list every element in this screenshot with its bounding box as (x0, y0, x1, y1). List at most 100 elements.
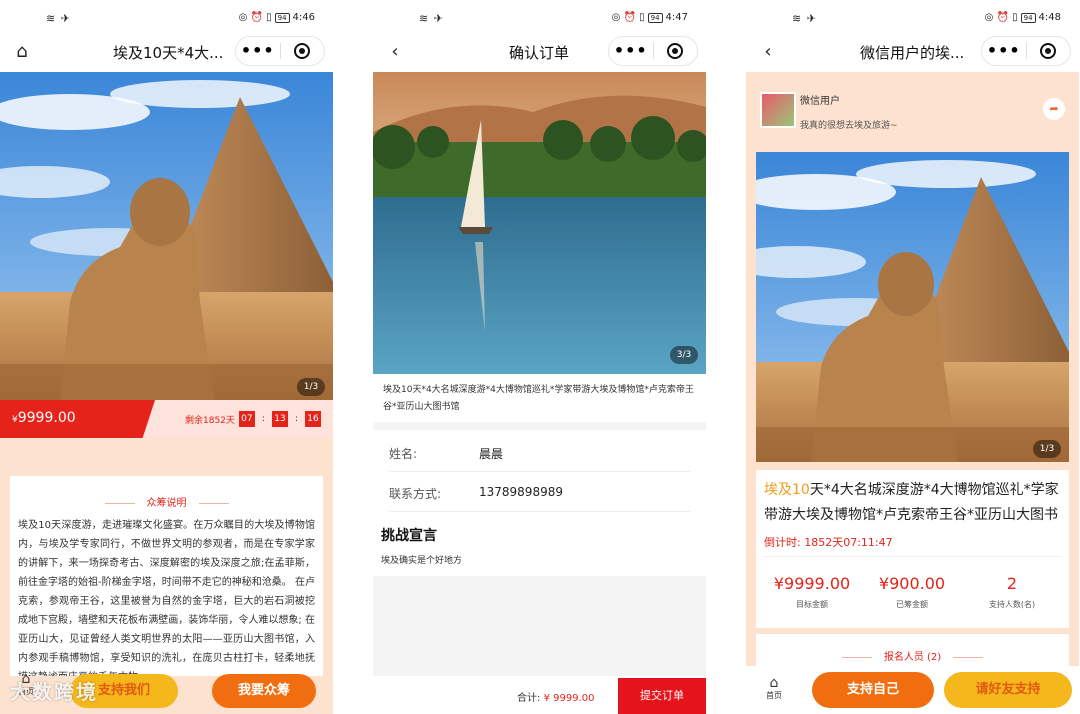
more-icon[interactable]: ••• (609, 37, 653, 65)
tab-home[interactable]: ⌂ 首页 (766, 676, 782, 701)
banner-image-pyramid-sphinx[interactable] (0, 72, 333, 402)
bottom-action-bar: ⌂ 首页 支持自己 请好友支持 (746, 666, 1079, 714)
declaration-textarea[interactable] (373, 576, 706, 676)
phone-confirm-order: ≋ ✈ ◎ ⏰ ▯ 94 4:47 ‹ 确认订单 ••• 3/3 埃及10天*4… (373, 0, 706, 714)
banner-image-pyramid-sphinx[interactable] (756, 152, 1069, 462)
clock: 4:46 (292, 12, 315, 23)
stat-supporters: 2 支持人数(名) (962, 574, 1062, 610)
battery-icon: 94 (274, 12, 290, 23)
countdown-hours: 07 (238, 411, 255, 427)
close-target-icon[interactable] (280, 43, 324, 59)
page-title: 埃及10天*4大... (113, 44, 224, 62)
status-icons: ◎ ⏰ ▯ (611, 12, 645, 23)
declaration-heading: 挑战宣言 (381, 528, 437, 544)
mini-program-capsule: ••• (235, 36, 325, 66)
nav-bar: ‹ 确认订单 ••• (373, 36, 706, 70)
nav-bar: ⌂ 埃及10天*4大... ••• (0, 36, 333, 70)
close-target-icon[interactable] (1026, 43, 1070, 59)
home-icon: ⌂ (769, 675, 779, 691)
status-right: ◎ ⏰ ▯ 94 4:48 (985, 12, 1061, 23)
user-name: 微信用户 (800, 96, 840, 107)
banner-pager: 1/3 (1033, 440, 1061, 458)
countdown: 倒计时: 1852天07:11:47 (764, 536, 893, 549)
back-arrow-icon[interactable]: ‹ (756, 40, 780, 64)
contact-label: 联系方式: (389, 487, 442, 501)
user-motto: 我真的很想去埃及旅游~ (800, 121, 898, 131)
section-gap (373, 422, 706, 430)
product-title: 埃及10天*4大名城深度游*4大博物馆巡礼*学家带游大埃及博物馆*卢克索帝王谷*… (764, 478, 1061, 528)
order-total: 合计: ¥ 9999.00 (517, 689, 594, 704)
stat-target-amount: ¥9999.00 目标金额 (762, 574, 862, 610)
description-text: 埃及10天深度游，走进璀璨文化盛宴。在万众瞩目的大埃及博物馆内，与埃及学专家同行… (18, 520, 315, 676)
status-right: ◎ ⏰ ▯ 94 4:46 (239, 12, 315, 23)
support-self-button[interactable]: 支持自己 (812, 672, 934, 708)
status-icons: ◎ ⏰ ▯ (238, 12, 272, 23)
countdown-seconds: 16 (305, 411, 321, 427)
countdown-colon: : (261, 414, 265, 424)
more-icon[interactable]: ••• (982, 37, 1026, 65)
title-highlight: 埃及10 (764, 482, 810, 498)
home-label: 首页 (766, 691, 782, 700)
status-bar: ≋ ✈ ◎ ⏰ ▯ 94 4:46 (0, 0, 333, 36)
home-icon[interactable]: ⌂ (10, 40, 34, 64)
close-target-icon[interactable] (653, 43, 697, 59)
stat-label: 目标金额 (796, 600, 828, 609)
phone-crowdfunding-detail: ≋ ✈ ◎ ⏰ ▯ 94 4:46 ⌂ 埃及10天*4大... ••• 1/3 … (0, 0, 333, 714)
phone-user-campaign: ≋ ✈ ◎ ⏰ ▯ 94 4:48 ‹ 微信用户的埃... ••• 微信用户 我… (746, 0, 1079, 714)
price-countdown-bar: ¥9999.00 剩余1852天 07 : 13 : 16 (0, 400, 333, 438)
countdown-colon: : (294, 414, 298, 424)
name-field[interactable]: 姓名: 晨晨 (389, 432, 690, 472)
stat-label: 已筹金额 (896, 600, 928, 609)
signal-icons: ≋ ✈ (419, 12, 444, 25)
total-label: 合计: (517, 693, 541, 704)
countdown-minutes: 13 (271, 411, 288, 427)
price-tag: ¥9999.00 (0, 400, 155, 438)
nav-bar: ‹ 微信用户的埃... ••• (746, 36, 1079, 72)
price-value: 9999.00 (17, 410, 76, 426)
battery-icon: 94 (647, 12, 663, 23)
countdown: 剩余1852天 07 : 13 : 16 (185, 411, 321, 427)
clock: 4:48 (1038, 12, 1061, 23)
divider (764, 556, 1061, 557)
section-title: 报名人员 (2) (756, 648, 1069, 663)
clock: 4:47 (665, 12, 688, 23)
banner-pager: 3/3 (670, 346, 698, 364)
product-title: 埃及10天*4大名城深度游*4大博物馆巡礼*学家带游大埃及博物馆*卢克索帝王谷*… (383, 385, 694, 412)
banner-pager: 1/3 (297, 378, 325, 396)
banner-image-nile-sailboat[interactable] (373, 72, 706, 374)
section-title: 众筹说明 (10, 494, 323, 509)
total-value: ¥ 9999.00 (543, 693, 595, 704)
submit-order-button[interactable]: 提交订单 (618, 678, 706, 714)
stat-raised-amount: ¥900.00 已筹金额 (862, 574, 962, 610)
screenshot-collage: ≋ ✈ ◎ ⏰ ▯ 94 4:46 ⌂ 埃及10天*4大... ••• 1/3 … (0, 0, 1080, 714)
avatar[interactable] (760, 92, 796, 128)
back-arrow-icon[interactable]: ‹ (383, 40, 407, 64)
stat-value: 2 (1006, 574, 1018, 593)
stat-value: ¥9999.00 (773, 574, 851, 593)
checkout-bar: 合计: ¥ 9999.00 提交订单 (373, 676, 706, 714)
page-title: 微信用户的埃... (860, 44, 965, 62)
page-title: 确认订单 (509, 44, 570, 62)
signal-icons: ≋ ✈ (792, 12, 817, 25)
mini-program-capsule: ••• (981, 36, 1071, 66)
crowdfunding-description-card: 众筹说明 埃及10天深度游，走进璀璨文化盛宴。在万众瞩目的大埃及博物馆内，与埃及… (10, 476, 323, 676)
campaign-info-card: 埃及10天*4大名城深度游*4大博物馆巡礼*学家带游大埃及博物馆*卢克索帝王谷*… (756, 470, 1069, 628)
contact-field[interactable]: 联系方式: 13789898989 (389, 472, 690, 512)
contact-value[interactable]: 13789898989 (479, 485, 563, 499)
more-icon[interactable]: ••• (236, 37, 280, 65)
declaration-text: 埃及确实是个好地方 (381, 556, 463, 566)
name-label: 姓名: (389, 447, 418, 461)
battery-icon: 94 (1020, 12, 1036, 23)
status-bar: ≋ ✈ ◎ ⏰ ▯ 94 4:47 (373, 0, 706, 36)
invite-friends-button[interactable]: 请好友支持 (944, 672, 1072, 708)
status-icons: ◎ ⏰ ▯ (984, 12, 1018, 23)
share-icon[interactable]: ➦ (1043, 98, 1065, 120)
start-crowdfunding-button[interactable]: 我要众筹 (212, 674, 316, 708)
stat-value: ¥900.00 (878, 574, 946, 593)
user-header: 微信用户 我真的很想去埃及旅游~ ➦ (756, 80, 1069, 142)
remain-days: 剩余1852天 (185, 415, 235, 426)
name-value[interactable]: 晨晨 (479, 445, 503, 462)
watermark: 大数跨境 (10, 680, 98, 704)
status-bar: ≋ ✈ ◎ ⏰ ▯ 94 4:48 (746, 0, 1079, 36)
stat-label: 支持人数(名) (988, 600, 1036, 609)
